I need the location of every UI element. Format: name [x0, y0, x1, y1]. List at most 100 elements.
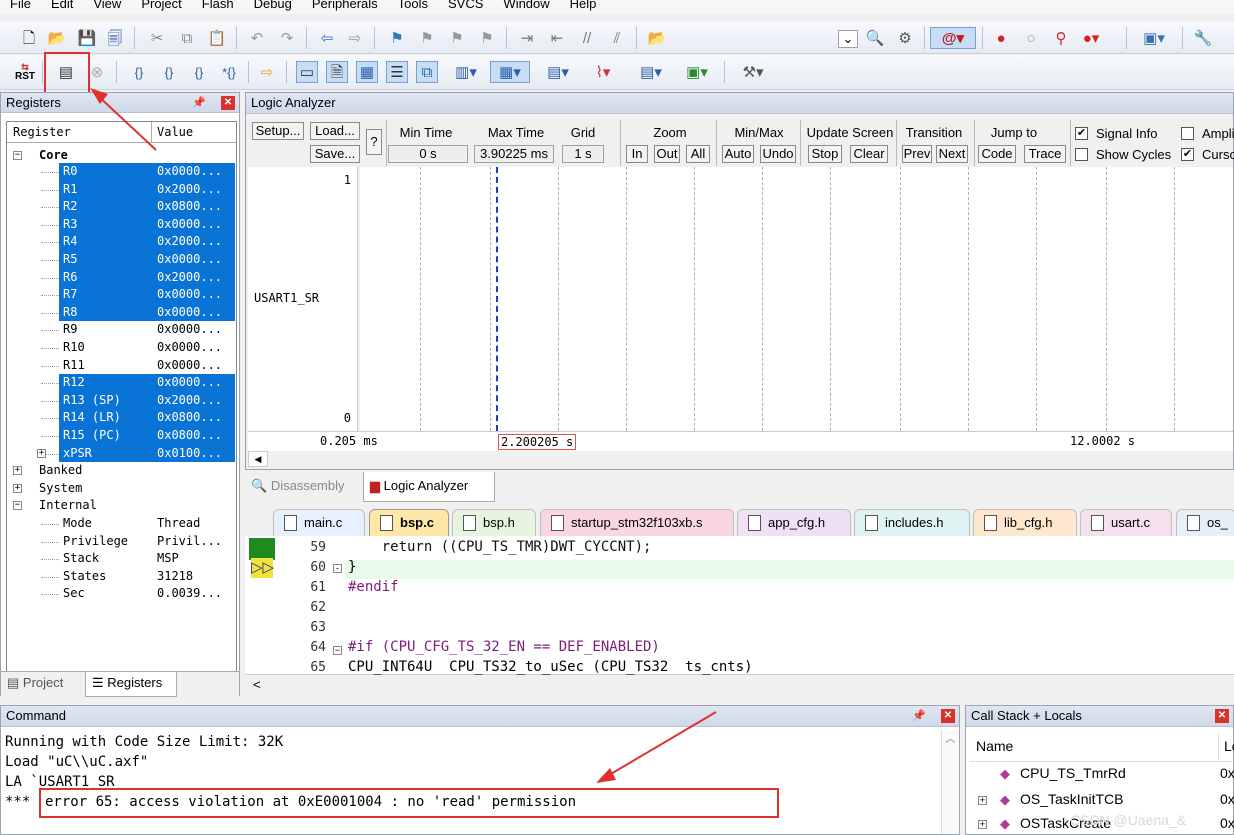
bookmark-icon[interactable]: ⚑ [386, 27, 408, 49]
trace-button[interactable]: Trace [1024, 145, 1066, 163]
code-line[interactable]: #endif [348, 579, 399, 595]
register-group-core[interactable]: − Core [1, 147, 237, 165]
file-tab[interactable]: os_ [1176, 509, 1234, 536]
register-row[interactable]: R4 0x2000... [1, 233, 237, 251]
run-to-cursor-icon[interactable]: *{} [218, 61, 240, 83]
menu-project[interactable]: Project [131, 0, 191, 14]
redo-icon[interactable]: ↷ [276, 27, 298, 49]
toolbox-icon[interactable]: ⚒▾ [734, 61, 772, 83]
file-tab[interactable]: usart.c [1080, 509, 1172, 536]
register-row[interactable]: R11 0x0000... [1, 357, 237, 375]
register-value[interactable]: 0x0000... [157, 374, 222, 392]
menu-help[interactable]: Help [560, 0, 607, 14]
copy-icon[interactable]: ⧉ [176, 27, 198, 49]
fold-marker-icon[interactable]: − [333, 646, 342, 655]
register-value[interactable]: 0x0000... [157, 321, 222, 339]
register-value[interactable]: 0x0100... [157, 445, 222, 463]
register-value[interactable]: 0x0000... [157, 251, 222, 269]
register-group-internal[interactable]: − Internal [1, 497, 237, 515]
tab-logic-analyzer[interactable]: ▆ Logic Analyzer [363, 472, 495, 502]
zoom-all-button[interactable]: All [686, 145, 710, 163]
serial-window-icon[interactable]: ▤▾ [540, 61, 576, 83]
new-file-icon[interactable]: 🗋 [18, 27, 40, 49]
command-scrollbar[interactable]: ︿ [941, 730, 959, 834]
expand-icon[interactable]: + [13, 483, 22, 493]
column-register[interactable]: Register [13, 125, 71, 139]
horizontal-scrollbar[interactable]: ◀ [248, 451, 1233, 467]
register-value[interactable]: 0x0800... [157, 198, 222, 216]
register-row[interactable]: R15 (PC) 0x0800... [1, 427, 237, 445]
register-row[interactable]: R1 0x2000... [1, 180, 237, 199]
code-line[interactable]: #if (CPU_CFG_TS_32_EN == DEF_ENABLED) [348, 639, 660, 655]
file-tab[interactable]: bsp.c [369, 509, 449, 536]
internal-row[interactable]: Privilege Privil... [1, 533, 237, 551]
column-name[interactable]: Name [976, 738, 1013, 754]
stop-button[interactable]: Stop [808, 145, 842, 163]
stack-frame[interactable]: OS_TaskInitTCB [1020, 791, 1123, 807]
menu-view[interactable]: View [83, 0, 131, 14]
stack-frame[interactable]: CPU_TS_TmrRd [1020, 765, 1126, 781]
scroll-left-icon[interactable]: < [253, 677, 261, 692]
register-row[interactable]: R2 0x0800... [1, 198, 237, 216]
register-row[interactable]: + xPSR 0x0100... [1, 444, 237, 463]
expand-icon[interactable]: + [13, 466, 22, 476]
call-stack-window-icon[interactable]: ⧉ [416, 61, 438, 83]
show-next-statement-icon[interactable]: ⇨ [256, 61, 278, 83]
nav-forward-icon[interactable]: ⇨ [344, 27, 366, 49]
register-group-banked[interactable]: + Banked [1, 462, 237, 480]
register-row[interactable]: R12 0x0000... [1, 374, 237, 392]
register-row[interactable]: R5 0x0000... [1, 251, 237, 269]
tab-disassembly[interactable]: 🔍 Disassembly [251, 478, 345, 494]
cursor-checkbox[interactable]: ✔ [1181, 148, 1194, 161]
symbols-window-icon[interactable]: ▦ [356, 61, 378, 83]
register-value[interactable]: 0x0000... [157, 163, 222, 181]
register-value[interactable]: 0x2000... [157, 269, 222, 287]
pin-icon[interactable]: 📌 [912, 709, 926, 722]
register-value[interactable]: 0x0000... [157, 304, 222, 322]
system-viewer-icon[interactable]: ▣▾ [678, 61, 716, 83]
memory-window-icon[interactable]: ▦▾ [490, 61, 530, 83]
prev-bookmark-icon[interactable]: ⚑ [416, 27, 438, 49]
save-icon[interactable]: 💾 [76, 27, 98, 49]
zoom-in-button[interactable]: In [626, 145, 648, 163]
amplitude-checkbox[interactable] [1181, 127, 1194, 140]
register-row[interactable]: R13 (SP) 0x2000... [1, 391, 237, 410]
register-value[interactable]: 0x0800... [157, 409, 222, 427]
file-tab[interactable]: app_cfg.h [737, 509, 851, 536]
watch-window-icon[interactable]: ▥▾ [448, 61, 484, 83]
signal-info-checkbox[interactable]: ✔ [1075, 127, 1088, 140]
collapse-icon[interactable]: − [13, 151, 22, 160]
register-row[interactable]: R3 0x0000... [1, 215, 237, 234]
save-all-icon[interactable]: 🗐 [104, 27, 126, 49]
zoom-out-button[interactable]: Out [654, 145, 680, 163]
waveform-area[interactable] [360, 167, 1233, 431]
step-over-icon[interactable]: {} [158, 61, 180, 83]
tab-registers[interactable]: ☰ Registers [85, 672, 177, 697]
load-button[interactable]: Load... [310, 122, 360, 140]
incremental-find-icon[interactable]: ⚙ [894, 27, 916, 49]
internal-row[interactable]: Sec 0.0039... [1, 585, 237, 603]
menu-file[interactable]: File [0, 0, 41, 14]
disable-breakpoints-icon[interactable]: ⚲ [1050, 27, 1072, 49]
register-value[interactable]: 0x0000... [157, 357, 222, 375]
help-button[interactable]: ? [366, 129, 382, 155]
indent-icon[interactable]: ⇥ [516, 27, 538, 49]
file-tab[interactable]: main.c [273, 509, 365, 536]
window-layout-icon[interactable]: ▣▾ [1134, 27, 1174, 49]
paste-icon[interactable]: 📋 [206, 27, 228, 49]
debug-session-icon[interactable]: @▾ [930, 27, 976, 49]
column-location[interactable]: Lo [1224, 738, 1234, 754]
collapse-icon[interactable]: − [13, 501, 22, 511]
menu-peripherals[interactable]: Peripherals [302, 0, 388, 14]
register-row[interactable]: R9 0x0000... [1, 321, 237, 339]
code-line[interactable]: CPU_INT64U CPU_TS32_to_uSec (CPU_TS32 ts… [348, 659, 753, 675]
menu-debug[interactable]: Debug [244, 0, 302, 14]
close-icon[interactable]: ✕ [941, 709, 955, 723]
setup-button[interactable]: Setup... [252, 122, 304, 140]
nav-back-icon[interactable]: ⇦ [316, 27, 338, 49]
register-value[interactable]: 0x0000... [157, 216, 222, 234]
auto-button[interactable]: Auto [722, 145, 754, 163]
menu-svcs[interactable]: SVCS [438, 0, 493, 14]
command-window-icon[interactable]: ▭ [296, 61, 318, 83]
editor-scrollbar[interactable]: < [245, 674, 1234, 696]
